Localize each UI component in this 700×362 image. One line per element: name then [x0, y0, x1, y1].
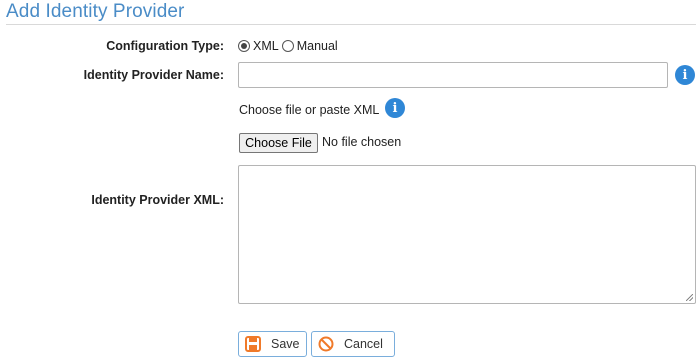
choose-file-button[interactable]: Choose File [239, 133, 318, 153]
cancel-circle-icon [318, 336, 334, 352]
file-hint-info-icon[interactable]: i [385, 98, 405, 118]
provider-name-label: Identity Provider Name: [83, 68, 224, 82]
file-status-text: No file chosen [322, 135, 402, 149]
cancel-button-label: Cancel [344, 337, 383, 351]
cancel-button[interactable]: Cancel [311, 331, 395, 357]
configuration-type-label: Configuration Type: [106, 39, 224, 53]
save-button[interactable]: Save [238, 331, 307, 357]
file-hint-text: Choose file or paste XML [239, 103, 380, 117]
title-divider [6, 24, 696, 25]
page-title: Add Identity Provider [6, 1, 185, 22]
radio-manual-label[interactable]: Manual [297, 39, 338, 53]
provider-name-input[interactable] [238, 62, 668, 88]
provider-name-info-icon[interactable]: i [675, 65, 695, 85]
radio-xml-label[interactable]: XML [253, 39, 279, 53]
provider-xml-label: Identity Provider XML: [91, 193, 224, 207]
configuration-type-radio-group: XML Manual [238, 38, 341, 54]
radio-xml[interactable] [238, 40, 250, 52]
textarea-resize-handle[interactable] [686, 294, 693, 301]
provider-xml-textarea[interactable] [238, 165, 696, 304]
radio-manual[interactable] [281, 40, 294, 52]
floppy-disk-icon [245, 336, 261, 352]
save-button-label: Save [271, 337, 300, 351]
